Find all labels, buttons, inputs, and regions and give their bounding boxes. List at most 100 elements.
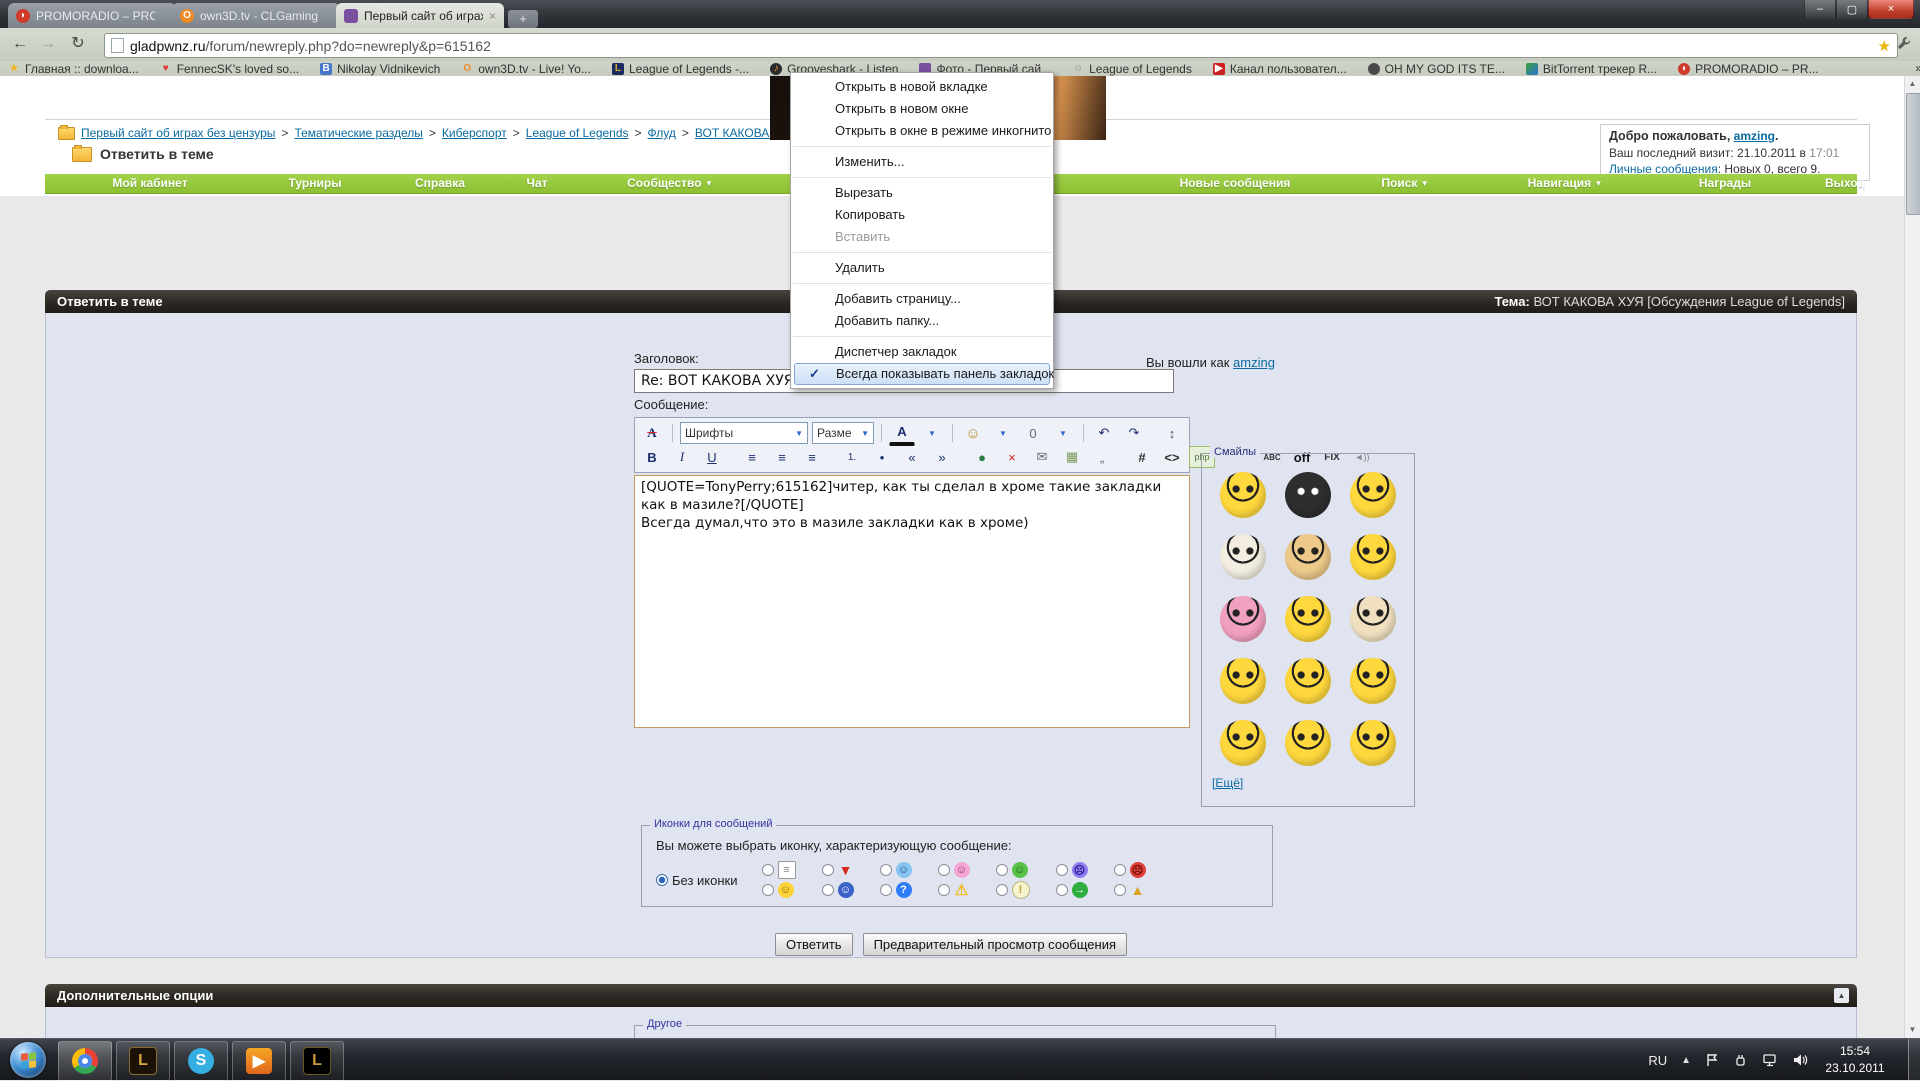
additional-options-bar[interactable]: Дополнительные опции ▲ bbox=[45, 984, 1857, 1007]
menu-item-cut[interactable]: Вырезать bbox=[791, 182, 1053, 204]
nav-community[interactable]: Сообщество ▼ bbox=[627, 174, 713, 193]
start-button[interactable] bbox=[10, 1042, 46, 1078]
taskbar-app-league-launcher[interactable]: L bbox=[290, 1041, 344, 1081]
align-left-icon[interactable]: ≡ bbox=[739, 446, 765, 468]
unlink-icon[interactable]: × bbox=[999, 446, 1025, 468]
network-icon[interactable] bbox=[1762, 1053, 1778, 1067]
radio[interactable] bbox=[880, 884, 892, 896]
taskbar-app-media-player[interactable]: ▶ bbox=[232, 1041, 286, 1081]
url-text[interactable]: gladpwnz.ru/forum/newreply.php?do=newrep… bbox=[130, 38, 1872, 54]
minimize-button[interactable]: – bbox=[1804, 0, 1836, 19]
smiley-ninja[interactable] bbox=[1285, 472, 1331, 518]
reload-button[interactable]: ↻ bbox=[66, 33, 90, 55]
tray-expand-icon[interactable]: ▲ bbox=[1681, 1055, 1691, 1066]
wrench-menu-icon[interactable] bbox=[1894, 36, 1912, 54]
icon-option[interactable]: ▲ bbox=[1114, 881, 1146, 899]
smiley-granny[interactable] bbox=[1350, 596, 1396, 642]
align-right-icon[interactable]: ≡ bbox=[799, 446, 825, 468]
bookmark-item[interactable]: BitTorrent трекер R... bbox=[1526, 62, 1657, 76]
breadcrumb-link[interactable]: Флуд bbox=[648, 126, 676, 140]
scroll-down-icon[interactable]: ▼ bbox=[1905, 1022, 1920, 1038]
icon-option[interactable]: ▼ bbox=[822, 861, 854, 879]
smiley-trollface[interactable] bbox=[1350, 472, 1396, 518]
smiley-slowpoke[interactable] bbox=[1220, 596, 1266, 642]
more-smilies-link[interactable]: [Ещё] bbox=[1212, 776, 1243, 790]
breadcrumb-link[interactable]: Тематические разделы bbox=[294, 126, 422, 140]
insert-image-icon[interactable]: ▦ bbox=[1059, 446, 1085, 468]
menu-item-open-new-tab[interactable]: Открыть в новой вкладке bbox=[791, 76, 1053, 98]
menu-item-open-new-window[interactable]: Открыть в новом окне bbox=[791, 98, 1053, 120]
menu-item-open-incognito[interactable]: Открыть в окне в режиме инкогнито bbox=[791, 120, 1053, 142]
icon-option[interactable]: ☺ bbox=[996, 861, 1030, 879]
bold-icon[interactable]: B bbox=[639, 446, 665, 468]
bookmark-item[interactable]: ☺League of Legends bbox=[1072, 62, 1192, 76]
smiley-like-a-sir[interactable] bbox=[1350, 534, 1396, 580]
radio[interactable] bbox=[1056, 864, 1068, 876]
menu-item-always-show-bookmarks-bar[interactable]: ✓ Всегда показывать панель закладок bbox=[794, 363, 1050, 385]
breadcrumb-link[interactable]: Первый сайт об играх без цензуры bbox=[81, 126, 275, 140]
menu-item-add-folder[interactable]: Добавить папку... bbox=[791, 310, 1053, 332]
radio[interactable] bbox=[762, 884, 774, 896]
radio[interactable] bbox=[822, 864, 834, 876]
scrollbar-thumb[interactable] bbox=[1906, 93, 1920, 215]
radio[interactable] bbox=[938, 884, 950, 896]
icon-option[interactable]: ☹ bbox=[1056, 861, 1088, 879]
unordered-list-icon[interactable]: • bbox=[869, 446, 895, 468]
size-select[interactable]: Разме▼ bbox=[812, 422, 874, 444]
nav-tournaments[interactable]: Турниры bbox=[289, 174, 342, 193]
smiley-white-troll[interactable] bbox=[1220, 534, 1266, 580]
bookmark-item[interactable]: LLeague of Legends -... bbox=[612, 62, 749, 76]
chevron-down-icon[interactable]: ▼ bbox=[990, 422, 1016, 444]
icon-option[interactable]: ☺ bbox=[762, 881, 796, 899]
smiley-cool-story[interactable] bbox=[1285, 534, 1331, 580]
menu-item-delete[interactable]: Удалить bbox=[791, 257, 1053, 279]
smiley-okay[interactable] bbox=[1285, 720, 1331, 766]
nav-awards[interactable]: Награды bbox=[1699, 174, 1751, 193]
font-color-icon[interactable]: A bbox=[889, 421, 915, 446]
bookmark-item[interactable]: ▶Канал пользовател... bbox=[1213, 62, 1347, 76]
icon-option[interactable]: ☺ bbox=[822, 881, 854, 899]
language-indicator[interactable]: RU bbox=[1648, 1053, 1667, 1068]
icon-option[interactable]: ☺ bbox=[938, 861, 970, 879]
ordered-list-icon[interactable]: 1. bbox=[839, 446, 865, 468]
icon-option[interactable]: ⚠ bbox=[938, 881, 970, 899]
redo-icon[interactable]: ↷ bbox=[1121, 422, 1147, 444]
outdent-icon[interactable]: « bbox=[899, 446, 925, 468]
undo-icon[interactable]: ↶ bbox=[1091, 422, 1117, 444]
icon-option[interactable]: ≡ bbox=[762, 861, 796, 879]
nav-logout[interactable]: Выход bbox=[1825, 174, 1865, 193]
chevron-down-icon[interactable]: ▼ bbox=[1050, 422, 1076, 444]
nav-search[interactable]: Поиск ▼ bbox=[1381, 174, 1428, 193]
nav-chat[interactable]: Чат bbox=[527, 174, 548, 193]
page-scrollbar[interactable]: ▲ ▼ bbox=[1904, 76, 1920, 1038]
forward-button[interactable]: → bbox=[36, 33, 60, 55]
radio[interactable] bbox=[1114, 884, 1126, 896]
hash-code-icon[interactable]: # bbox=[1129, 446, 1155, 468]
new-tab-button[interactable]: + bbox=[508, 10, 538, 28]
remove-format-icon[interactable]: A bbox=[639, 422, 665, 444]
reply-submit-button[interactable]: Ответить bbox=[775, 933, 853, 956]
message-textarea[interactable]: [QUOTE=TonyPerry;615162]читер, как ты сд… bbox=[634, 475, 1190, 728]
radio[interactable] bbox=[1114, 864, 1126, 876]
insert-email-icon[interactable]: ✉ bbox=[1029, 446, 1055, 468]
scroll-up-icon[interactable]: ▲ bbox=[1905, 76, 1920, 92]
radio[interactable] bbox=[822, 884, 834, 896]
smiley-poker-face[interactable] bbox=[1350, 720, 1396, 766]
tab-own3d[interactable]: O own3D.tv - CLGaming.net - × bbox=[172, 3, 340, 28]
tab-promoradio[interactable]: ◗ PROMORADIO – PROMODJ × bbox=[8, 3, 176, 28]
font-select[interactable]: Шрифты▼ bbox=[680, 422, 808, 444]
action-center-flag-icon[interactable] bbox=[1705, 1053, 1719, 1067]
bookmark-item[interactable]: ◗PROMORADIO – PR... bbox=[1678, 62, 1818, 76]
italic-icon[interactable]: I bbox=[669, 446, 695, 468]
smiley-lol2[interactable] bbox=[1220, 720, 1266, 766]
nav-navigation[interactable]: Навигация ▼ bbox=[1528, 174, 1603, 193]
resize-editor-icon[interactable]: ↕ bbox=[1159, 422, 1185, 444]
collapse-icon[interactable]: ▲ bbox=[1834, 988, 1849, 1003]
show-desktop-button[interactable] bbox=[1908, 1039, 1920, 1081]
bookmark-item[interactable]: Oown3D.tv - Live! Yo... bbox=[461, 62, 591, 76]
tab-close-icon[interactable]: × bbox=[161, 9, 168, 23]
bookmarks-overflow-icon[interactable]: » bbox=[1915, 61, 1920, 75]
username-link[interactable]: amzing bbox=[1734, 129, 1775, 143]
nav-help[interactable]: Справка bbox=[415, 174, 465, 193]
breadcrumb-link[interactable]: Киберспорт bbox=[442, 126, 507, 140]
